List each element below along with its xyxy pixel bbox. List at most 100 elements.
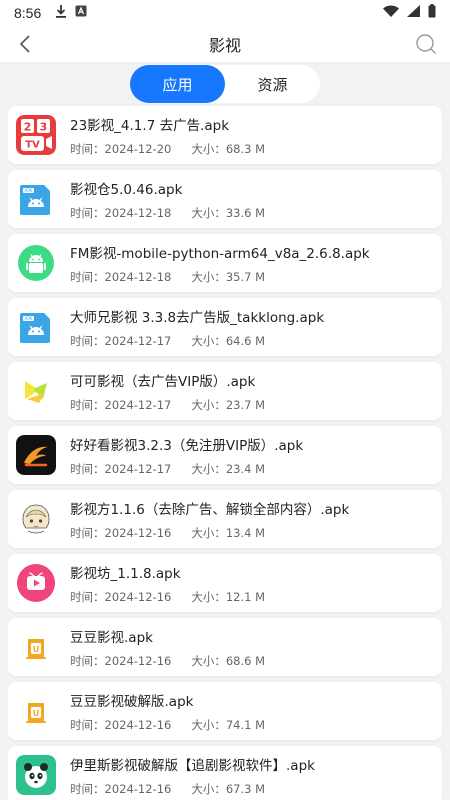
size-label: 大小： (191, 461, 226, 476)
haohaokan-app-icon (16, 435, 56, 475)
file-size: 大小：67.3 M (191, 781, 265, 797)
segmented-tabs: 应用 资源 (130, 65, 320, 103)
tab-apps[interactable]: 应用 (130, 65, 225, 103)
file-info: 大师兄影视 3.3.8去广告版_takklong.apk 时间：2024-12-1… (70, 306, 324, 349)
anime-girl-icon (16, 499, 56, 539)
svg-text:U: U (33, 709, 40, 718)
size-label: 大小： (191, 205, 226, 220)
file-size: 大小：23.4 M (191, 461, 265, 477)
file-name: 影视方1.1.6（去除广告、解锁全部内容）.apk (70, 501, 350, 518)
page-title: 影视 (208, 36, 241, 55)
file-list: 2 3 TV 23影视_4.1.7 去广告.apk 时间：2024-12-20 大小：68… (8, 106, 442, 800)
file-list-item[interactable]: 伊里斯影视破解版【追剧影视软件】.apk 时间：2024-12-16 大小：67.3… (8, 746, 442, 800)
file-meta: 时间：2024-12-17 大小：23.7 M (70, 397, 265, 413)
size-label: 大小： (191, 653, 226, 668)
time-label: 时间： (70, 269, 105, 284)
file-list-item[interactable]: FM影视-mobile-python-arm64_v8a_2.6.8.apk 时间… (8, 234, 442, 292)
file-list-item[interactable]: 影视坊_1.1.8.apk 时间：2024-12-16 大小：12.1 M (8, 554, 442, 612)
svg-text:2: 2 (24, 121, 32, 134)
file-name: 23影视_4.1.7 去广告.apk (70, 117, 230, 134)
file-list-item[interactable]: U 豆豆影视破解版.apk 时间：2024-12-16 大小：74.1 M (8, 682, 442, 740)
file-list-item[interactable]: APK 影视仓5.0.46.apk 时间：2024-12-18 大小：33.6 M (8, 170, 442, 228)
size-value: 35.7 M (225, 269, 266, 284)
file-info: 好好看影视3.2.3（免注册VIP版）.apk 时间：2024-12-17 大小：2… (70, 434, 303, 477)
app-header: 影视 (0, 26, 450, 62)
time-label: 时间： (70, 589, 105, 604)
size-label: 大小： (191, 781, 226, 796)
time-label: 时间： (70, 333, 105, 348)
file-info: 豆豆影视破解版.apk 时间：2024-12-16 大小：74.1 M (70, 690, 265, 733)
file-meta: 时间：2024-12-16 大小：67.3 M (70, 781, 315, 797)
file-date: 时间：2024-12-18 (70, 269, 171, 285)
file-date: 时间：2024-12-17 (70, 461, 171, 477)
file-size: 大小：23.7 M (191, 397, 265, 413)
svg-text:APK: APK (25, 188, 33, 193)
file-list-item[interactable]: 2 3 TV 23影视_4.1.7 去广告.apk 时间：2024-12-20 大小：68… (8, 106, 442, 164)
date-value: 2024-12-16 (104, 781, 172, 796)
file-info: 可可影视（去广告VIP版）.apk 时间：2024-12-17 大小：23.7 M (70, 370, 265, 413)
file-size: 大小：64.6 M (191, 333, 265, 349)
file-date: 时间：2024-12-16 (70, 653, 171, 669)
tab-resources[interactable]: 资源 (225, 65, 320, 103)
file-meta: 时间：2024-12-16 大小：74.1 M (70, 717, 265, 733)
date-value: 2024-12-16 (104, 653, 172, 668)
size-label: 大小： (191, 717, 226, 732)
file-name: 伊里斯影视破解版【追剧影视软件】.apk (70, 757, 315, 774)
file-date: 时间：2024-12-16 (70, 717, 171, 733)
time-label: 时间： (70, 781, 105, 796)
size-value: 64.6 M (225, 333, 266, 348)
file-meta: 时间：2024-12-18 大小：35.7 M (70, 269, 370, 285)
android-green-icon (16, 243, 56, 283)
status-bar: 8:56 (0, 0, 450, 26)
file-meta: 时间：2024-12-17 大小：64.6 M (70, 333, 324, 349)
date-value: 2024-12-18 (104, 205, 172, 220)
file-list-item[interactable]: APK 大师兄影视 3.3.8去广告版_takklong.apk 时间：2024-1… (8, 298, 442, 356)
time-label: 时间： (70, 397, 105, 412)
file-list-item[interactable]: 好好看影视3.2.3（免注册VIP版）.apk 时间：2024-12-17 大小：2… (8, 426, 442, 484)
size-label: 大小： (191, 333, 226, 348)
size-value: 74.1 M (225, 717, 266, 732)
file-info: 豆豆影视.apk 时间：2024-12-16 大小：68.6 M (70, 626, 265, 669)
file-info: FM影视-mobile-python-arm64_v8a_2.6.8.apk 时间… (70, 242, 370, 285)
back-chevron-icon[interactable] (14, 33, 36, 55)
keke-app-icon (16, 371, 56, 411)
date-value: 2024-12-17 (104, 397, 172, 412)
time-label: 时间： (70, 205, 105, 220)
file-list-item[interactable]: 影视方1.1.6（去除广告、解锁全部内容）.apk 时间：2024-12-16 大小… (8, 490, 442, 548)
file-meta: 时间：2024-12-16 大小：13.4 M (70, 525, 349, 541)
wifi-icon (383, 5, 399, 21)
apk-android-icon: APK (16, 179, 56, 219)
download-icon (55, 4, 67, 22)
file-info: 伊里斯影视破解版【追剧影视软件】.apk 时间：2024-12-16 大小：67.3… (70, 754, 315, 797)
file-date: 时间：2024-12-16 (70, 525, 171, 541)
file-date: 时间：2024-12-16 (70, 589, 171, 605)
size-label: 大小： (191, 397, 226, 412)
file-size: 大小：35.7 M (191, 269, 265, 285)
size-value: 68.3 M (225, 141, 266, 156)
file-date: 时间：2024-12-18 (70, 205, 171, 221)
file-name: FM影视-mobile-python-arm64_v8a_2.6.8.apk (70, 245, 370, 262)
file-meta: 时间：2024-12-20 大小：68.3 M (70, 141, 265, 157)
doudou-app-icon: U (16, 691, 56, 731)
status-time: 8:56 (14, 5, 42, 21)
file-meta: 时间：2024-12-17 大小：23.4 M (70, 461, 303, 477)
file-list-item[interactable]: 可可影视（去广告VIP版）.apk 时间：2024-12-17 大小：23.7 M (8, 362, 442, 420)
file-info: 影视方1.1.6（去除广告、解锁全部内容）.apk 时间：2024-12-16 大小… (70, 498, 349, 541)
size-label: 大小： (191, 525, 226, 540)
file-name: 影视坊_1.1.8.apk (70, 565, 181, 582)
file-list-item[interactable]: U 豆豆影视.apk 时间：2024-12-16 大小：68.6 M (8, 618, 442, 676)
time-label: 时间： (70, 461, 105, 476)
file-date: 时间：2024-12-17 (70, 397, 171, 413)
date-value: 2024-12-18 (104, 269, 172, 284)
file-date: 时间：2024-12-16 (70, 781, 171, 797)
svg-text:3: 3 (40, 121, 48, 134)
file-meta: 时间：2024-12-16 大小：68.6 M (70, 653, 265, 669)
battery-icon (428, 4, 436, 22)
file-size: 大小：68.6 M (191, 653, 265, 669)
file-size: 大小：13.4 M (191, 525, 265, 541)
search-icon[interactable] (414, 32, 438, 56)
file-info: 23影视_4.1.7 去广告.apk 时间：2024-12-20 大小：68.3 M (70, 114, 265, 157)
size-label: 大小： (191, 269, 226, 284)
file-name: 好好看影视3.2.3（免注册VIP版）.apk (70, 437, 304, 454)
time-label: 时间： (70, 717, 105, 732)
